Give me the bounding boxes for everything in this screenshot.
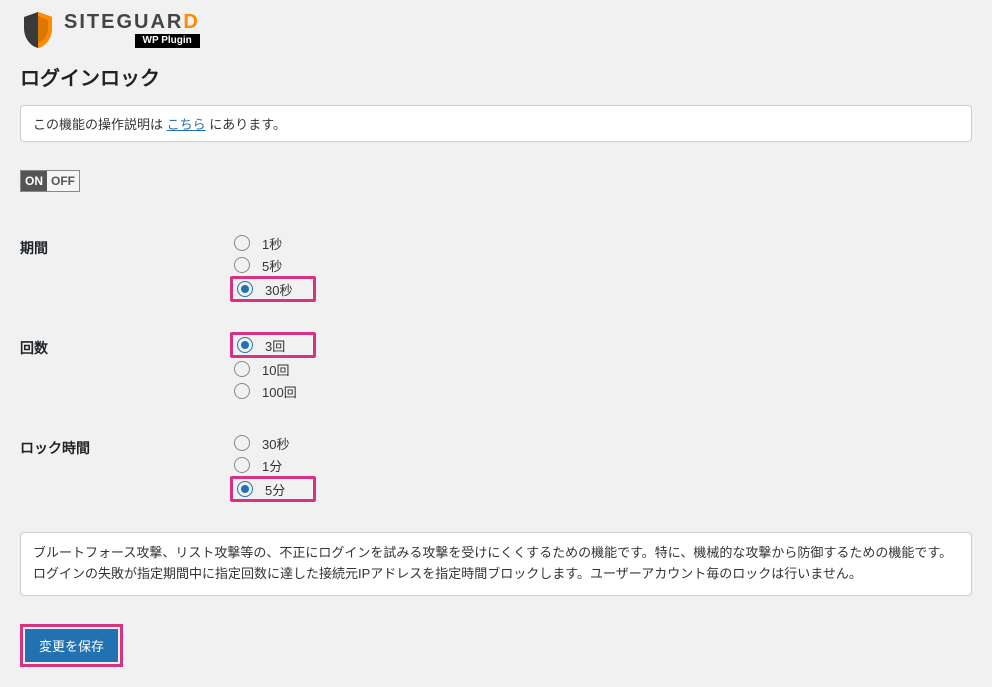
radio-option[interactable]: 5分	[230, 476, 316, 502]
brand-name: SITEGUARD	[64, 12, 200, 32]
feature-description: ブルートフォース攻撃、リスト攻撃等の、不正にログインを試みる攻撃を受けにくくする…	[20, 532, 972, 596]
radio-label: 3回	[265, 336, 285, 355]
toggle-on[interactable]: ON	[21, 171, 47, 191]
radio-option[interactable]: 5秒	[230, 254, 972, 276]
settings-form: 期間1秒5秒30秒回数3回10回100回ロック時間30秒1分5分	[20, 228, 972, 528]
setting-label: ロック時間	[20, 428, 230, 528]
plugin-logo: SITEGUARD WP Plugin	[20, 10, 972, 50]
radio-button[interactable]	[234, 257, 250, 273]
radio-label: 1分	[262, 456, 282, 475]
radio-label: 100回	[262, 382, 297, 401]
radio-label: 5秒	[262, 256, 282, 275]
toggle-off[interactable]: OFF	[47, 171, 79, 191]
radio-button[interactable]	[234, 457, 250, 473]
radio-button[interactable]	[234, 235, 250, 251]
save-button[interactable]: 変更を保存	[25, 629, 118, 662]
radio-button[interactable]	[237, 337, 253, 353]
radio-label: 10回	[262, 360, 289, 379]
radio-option[interactable]: 10回	[230, 358, 972, 380]
radio-button[interactable]	[234, 361, 250, 377]
radio-button[interactable]	[237, 481, 253, 497]
page-title: ログインロック	[20, 62, 972, 91]
help-link[interactable]: こちら	[167, 117, 206, 132]
radio-option[interactable]: 30秒	[230, 432, 972, 454]
radio-option[interactable]: 1分	[230, 454, 972, 476]
help-notice: この機能の操作説明は こちら にあります。	[20, 105, 972, 142]
radio-label: 30秒	[262, 434, 289, 453]
radio-label: 1秒	[262, 234, 282, 253]
radio-label: 5分	[265, 480, 285, 499]
radio-option[interactable]: 1秒	[230, 232, 972, 254]
radio-button[interactable]	[234, 383, 250, 399]
radio-button[interactable]	[234, 435, 250, 451]
radio-option[interactable]: 3回	[230, 332, 316, 358]
radio-button[interactable]	[237, 281, 253, 297]
shield-icon	[20, 10, 56, 50]
radio-option[interactable]: 30秒	[230, 276, 316, 302]
brand-tagline: WP Plugin	[135, 34, 200, 48]
radio-option[interactable]: 100回	[230, 380, 972, 402]
radio-label: 30秒	[265, 280, 292, 299]
feature-toggle[interactable]: ONOFF	[20, 170, 80, 192]
setting-label: 期間	[20, 228, 230, 328]
setting-label: 回数	[20, 328, 230, 428]
